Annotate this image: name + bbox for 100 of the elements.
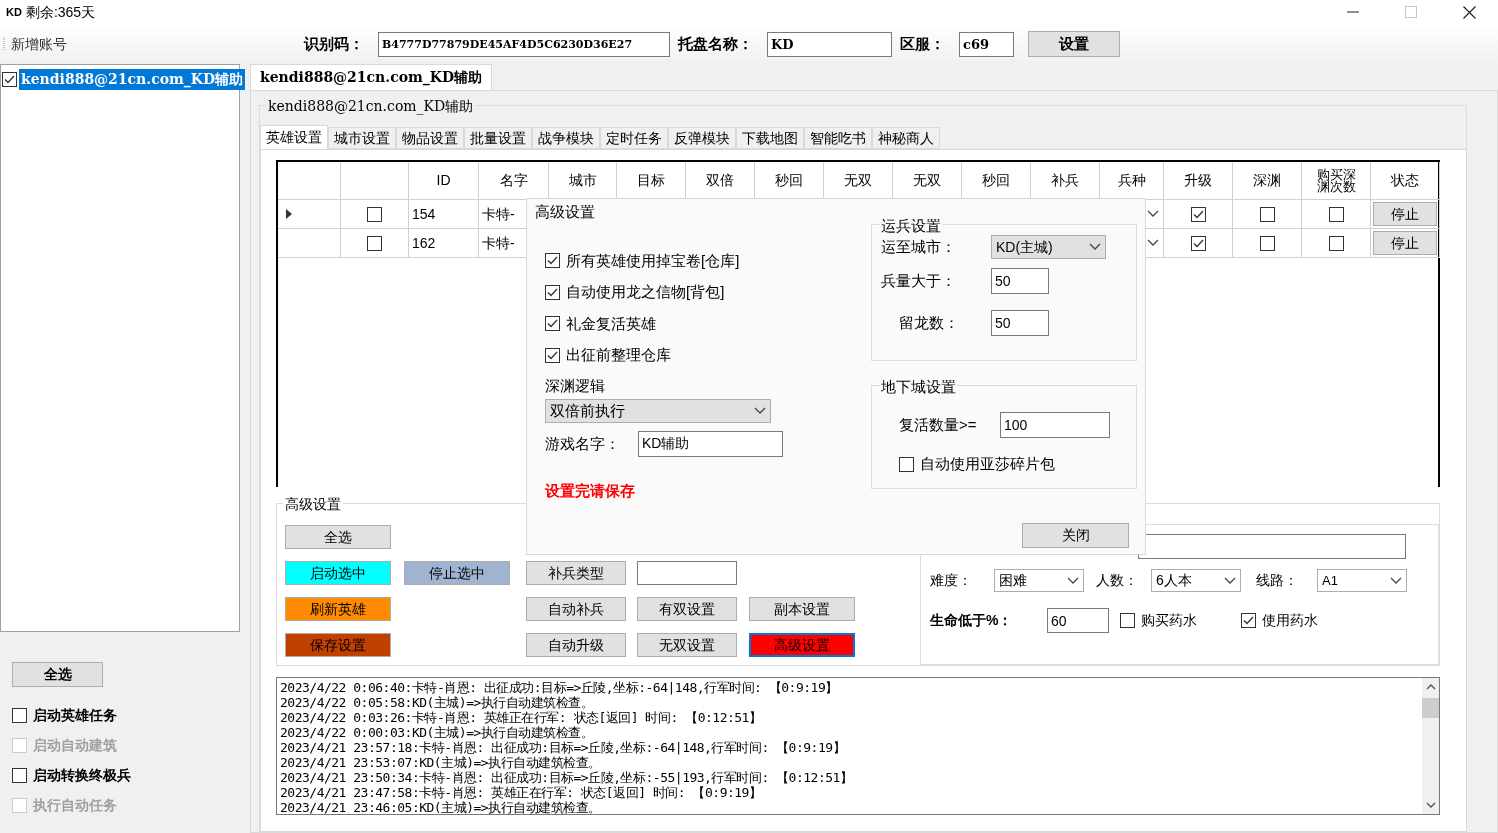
select-all-button[interactable]: 全选 — [12, 662, 103, 687]
field-label: 运至城市： — [881, 236, 957, 257]
field-label: 托盘名称： — [678, 33, 753, 54]
button[interactable]: 自动升级 — [526, 633, 626, 657]
checkbox-label: 礼金复活英雄 — [566, 313, 656, 334]
scrollbar-thumb[interactable] — [1422, 698, 1439, 718]
checkbox-label: 启动转换终极兵 — [33, 766, 131, 785]
tab[interactable]: 下载地图 — [736, 127, 804, 149]
players-dropdown[interactable]: 6人本 — [1151, 569, 1241, 592]
button[interactable]: 停止选中 — [404, 561, 510, 585]
checkbox-label: 自动使用龙之信物[背包] — [566, 282, 725, 302]
column-header: 状态 — [1371, 162, 1440, 200]
tab[interactable]: 定时任务 — [600, 127, 668, 149]
caret-icon — [1147, 239, 1159, 247]
input-field[interactable]: B4777D77879DE45AF4D5C6230D36E27 — [378, 31, 670, 57]
button[interactable]: 补兵类型 — [526, 561, 626, 585]
button[interactable]: 刷新英雄 — [285, 597, 391, 621]
field-label: 兵量大于： — [881, 270, 957, 291]
scroll-up-icon — [1425, 684, 1436, 690]
checkbox[interactable] — [12, 768, 27, 783]
field-label: 难度： — [930, 571, 973, 590]
scrollbar[interactable] — [1422, 678, 1439, 814]
route-dropdown[interactable]: A1 — [1317, 569, 1407, 592]
log-line: 2023/4/21 23:50:34:卡特-肖恩: 出征成功:目标=>丘陵,坐标:-55|193,行军时间: 【0:12:51】 — [280, 770, 854, 785]
checkbox[interactable] — [1120, 613, 1135, 628]
input-field[interactable]: c69 — [959, 31, 1014, 57]
status-button[interactable]: 停止 — [1373, 231, 1437, 255]
field-label: 留龙数： — [898, 312, 960, 333]
checkbox[interactable] — [367, 235, 382, 251]
log-line: 2023/4/22 0:03:26:卡特-肖恩: 英雄正在行军: 状态[返回] 时间: 【0:12:51】 — [280, 710, 763, 725]
input-field[interactable]: 50 — [991, 268, 1049, 294]
button[interactable]: 保存设置 — [285, 633, 391, 657]
field-label: 游戏名字： — [545, 433, 621, 454]
checkbox[interactable] — [545, 284, 560, 300]
checkbox[interactable] — [1241, 613, 1256, 628]
close-icon — [1462, 5, 1476, 19]
caret-icon — [1067, 576, 1079, 585]
caret-icon — [1224, 576, 1236, 585]
city-dropdown[interactable]: KD(主城) — [991, 235, 1106, 259]
field-label: 深渊逻辑 — [545, 375, 605, 396]
button[interactable]: 启动选中 — [285, 561, 391, 585]
checkbox[interactable] — [1259, 235, 1275, 251]
checkbox[interactable] — [545, 347, 560, 363]
checkbox[interactable] — [1190, 206, 1206, 222]
tab[interactable]: 批量设置 — [464, 127, 532, 149]
tab[interactable]: 战争模块 — [532, 127, 600, 149]
input-field[interactable]: KD辅助 — [638, 431, 783, 457]
button[interactable]: 无双设置 — [637, 633, 737, 657]
settings-button[interactable]: 设置 — [1028, 31, 1120, 57]
button[interactable]: 高级设置 — [749, 633, 855, 657]
checkbox[interactable] — [545, 253, 560, 269]
checkbox[interactable] — [1328, 235, 1344, 251]
account-tab[interactable]: kendi888@21cn.com_KD辅助 — [250, 64, 493, 90]
log-line: 2023/4/21 23:57:18:卡特-肖恩: 出征成功:目标=>丘陵,坐标:-64|148,行军时间: 【0:9:19】 — [280, 740, 847, 755]
checkbox-label: 启动自动建筑 — [33, 736, 117, 755]
column-header: 升级 — [1164, 162, 1233, 200]
input-field[interactable]: 60 — [1047, 608, 1109, 633]
log-line: 2023/4/22 0:05:58:KD(主城)=>执行自动建筑检查。 — [280, 695, 595, 710]
status-button[interactable]: 停止 — [1373, 202, 1437, 226]
tab[interactable]: 智能吃书 — [804, 127, 872, 149]
input-field[interactable] — [637, 561, 737, 585]
tab[interactable]: 反弹模块 — [668, 127, 736, 149]
input-field[interactable]: KD — [767, 31, 892, 57]
button[interactable]: 副本设置 — [749, 597, 855, 621]
checkbox[interactable] — [1190, 235, 1206, 251]
input-field[interactable]: 100 — [1000, 412, 1110, 438]
caret-icon — [754, 407, 766, 415]
checkbox[interactable] — [1259, 206, 1275, 222]
account-item[interactable]: kendi888@21cn.com_KD辅助 — [19, 69, 246, 90]
close-button[interactable]: 关闭 — [1022, 523, 1129, 548]
input-field[interactable] — [1138, 534, 1406, 559]
checkbox[interactable] — [12, 708, 27, 723]
log-line: 2023/4/21 23:47:58:卡特-肖恩: 英雄正在行军: 状态[返回] 时间: 【0:9:19】 — [280, 785, 763, 800]
abyss-dropdown[interactable]: 双倍前执行 — [545, 399, 771, 423]
checkbox[interactable] — [899, 456, 914, 472]
checkbox[interactable] — [2, 72, 17, 87]
difficulty-dropdown[interactable]: 困难 — [994, 569, 1084, 592]
window-title: 剩余:365天 — [25, 2, 96, 22]
table-cell: 154 — [409, 200, 479, 229]
button[interactable]: 有双设置 — [637, 597, 737, 621]
tab[interactable]: 物品设置 — [396, 127, 464, 149]
checkbox[interactable] — [545, 316, 560, 332]
checkbox-label: 所有英雄使用掉宝卷[仓库] — [566, 250, 740, 271]
button[interactable]: 自动补兵 — [526, 597, 626, 621]
tab[interactable]: 神秘商人 — [872, 127, 940, 149]
checkbox[interactable] — [367, 206, 382, 222]
add-account-button[interactable]: 新增账号 — [11, 33, 67, 55]
column-header: ID — [409, 162, 479, 200]
checkbox-label: 启动英雄任务 — [33, 706, 117, 725]
tab[interactable]: 城市设置 — [328, 127, 396, 149]
field-label: 识别码： — [304, 33, 364, 54]
caret-icon — [1390, 576, 1402, 585]
log-line: 2023/4/22 0:06:40:卡特-肖恩: 出征成功:目标=>丘陵,坐标:-64|148,行军时间: 【0:9:19】 — [280, 680, 839, 695]
log-line: 2023/4/22 0:00:03:KD(主城)=>执行自动建筑检查。 — [280, 725, 595, 740]
field-label: 复活数量>= — [899, 414, 978, 435]
input-field[interactable]: 50 — [991, 310, 1049, 336]
button[interactable]: 全选 — [285, 525, 391, 549]
tab[interactable]: 英雄设置 — [260, 125, 328, 149]
checkbox[interactable] — [1328, 206, 1344, 222]
field-label: 区服： — [900, 33, 945, 54]
